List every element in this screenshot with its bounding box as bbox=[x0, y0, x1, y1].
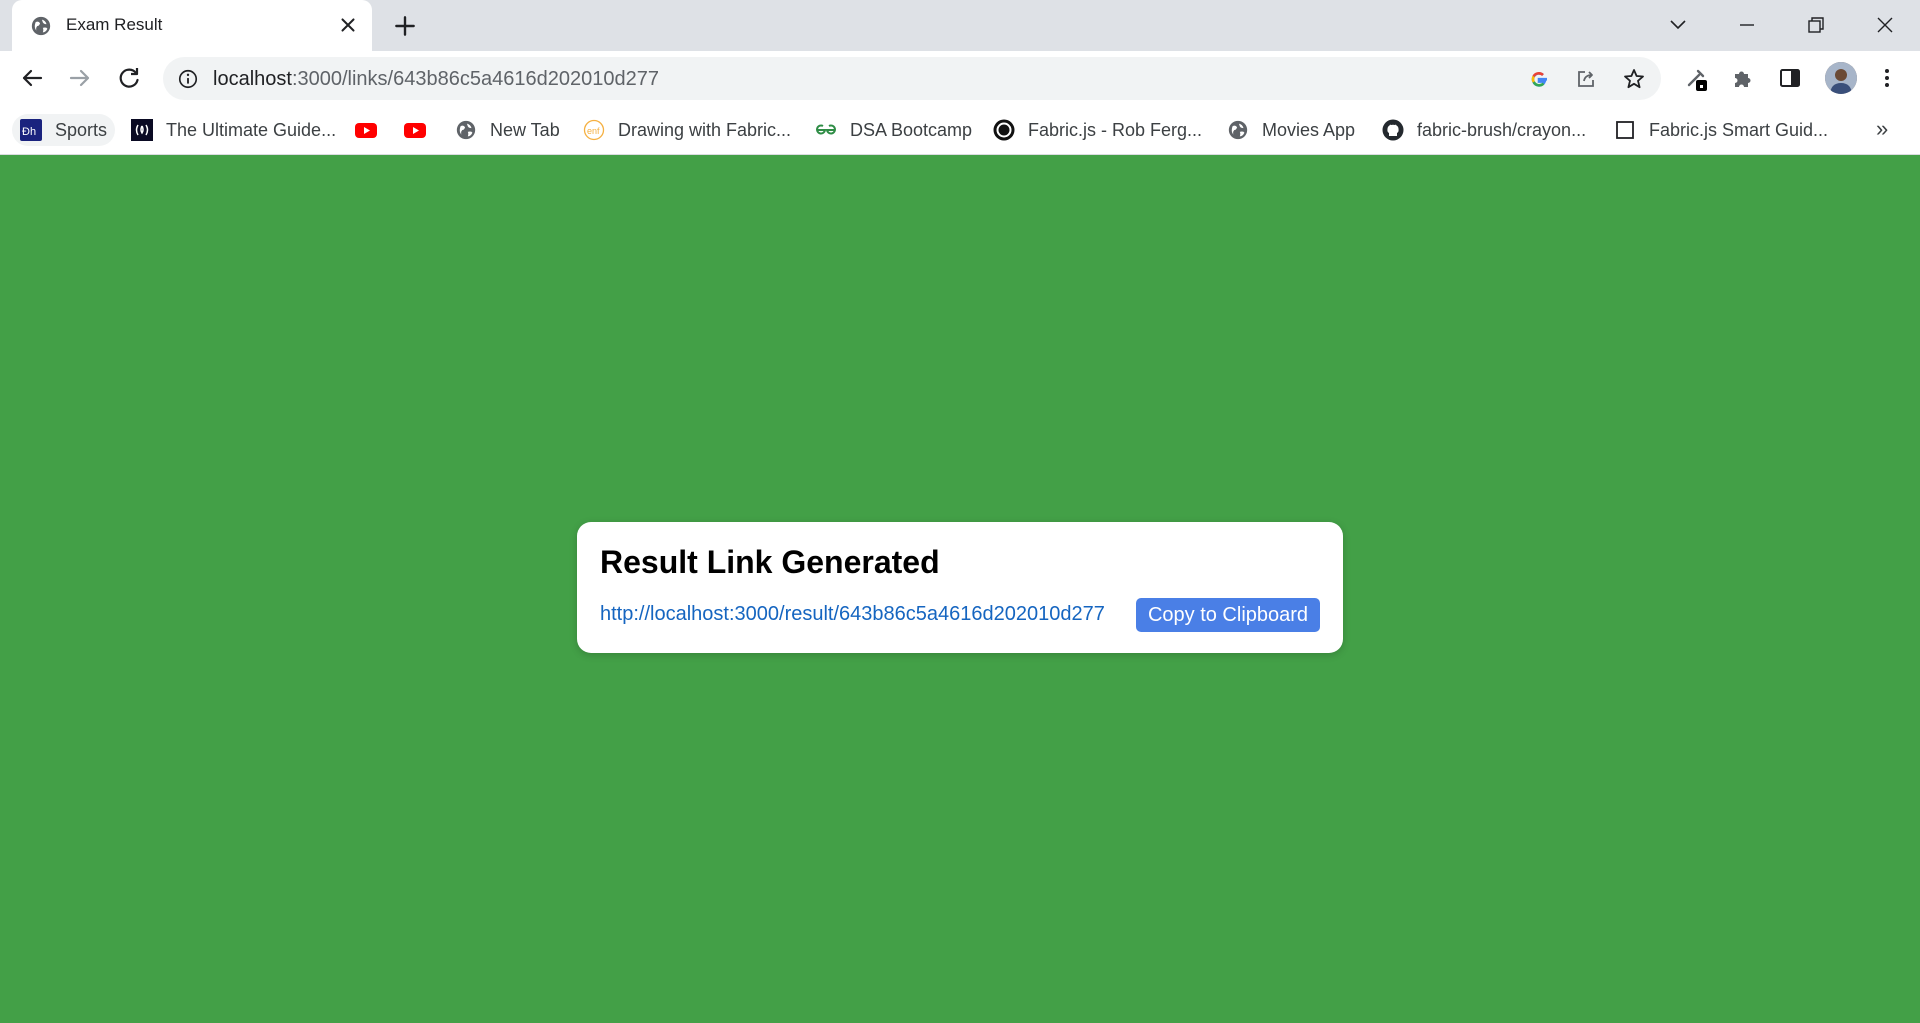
globe-icon bbox=[31, 16, 51, 36]
tab-exam-result[interactable]: Exam Result bbox=[12, 0, 372, 51]
tab-strip: Exam Result bbox=[0, 0, 1920, 51]
youtube-icon bbox=[404, 123, 426, 138]
avatar-photo bbox=[1825, 62, 1857, 94]
youtube-icon bbox=[355, 123, 377, 138]
more-bookmarks-button[interactable]: » bbox=[1876, 116, 1888, 142]
star-icon[interactable] bbox=[1622, 67, 1646, 91]
bookmark-label: DSA Bootcamp bbox=[850, 119, 973, 140]
result-card: Result Link Generated http://localhost:3… bbox=[577, 522, 1343, 653]
reload-icon[interactable] bbox=[114, 63, 144, 93]
close-icon[interactable] bbox=[337, 14, 359, 36]
bookmark-ultimate-guide[interactable]: The Ultimate Guide... bbox=[123, 114, 344, 146]
address-bar[interactable]: localhost:3000/links/643b86c5a4616d20201… bbox=[163, 57, 1661, 100]
bookmark-youtube-2[interactable] bbox=[396, 114, 434, 146]
url-host: localhost bbox=[213, 68, 292, 90]
chevron-down-icon[interactable] bbox=[1663, 10, 1693, 40]
bookmark-label: New Tab bbox=[490, 119, 560, 140]
bookmark-label: fabric-brush/crayon... bbox=[1417, 119, 1587, 140]
bookmark-new-tab[interactable]: New Tab bbox=[447, 114, 568, 146]
circle-logo-icon bbox=[993, 119, 1015, 141]
bookmark-fabric-smart-guides[interactable]: Fabric.js Smart Guid... bbox=[1606, 114, 1836, 146]
puzzle-extensions-icon[interactable] bbox=[1728, 63, 1758, 93]
bookmark-label: Fabric.js Smart Guid... bbox=[1649, 119, 1829, 140]
window-close-icon[interactable] bbox=[1870, 10, 1900, 40]
browser-toolbar: localhost:3000/links/643b86c5a4616d20201… bbox=[0, 51, 1920, 106]
back-arrow-icon[interactable] bbox=[17, 63, 47, 93]
new-tab-icon[interactable] bbox=[392, 13, 418, 39]
copy-to-clipboard-button[interactable]: Copy to Clipboard bbox=[1136, 598, 1320, 632]
info-icon[interactable] bbox=[177, 68, 199, 90]
google-icon[interactable] bbox=[1527, 67, 1551, 91]
bookmarks-bar: Ðh Sports The Ultimate Guide... New Tab … bbox=[0, 106, 1920, 155]
bookmark-youtube-1[interactable] bbox=[347, 114, 385, 146]
result-link[interactable]: http://localhost:3000/result/643b86c5a46… bbox=[600, 603, 1105, 626]
bookmark-label: The Ultimate Guide... bbox=[166, 119, 337, 140]
forward-arrow-icon[interactable] bbox=[65, 63, 95, 93]
url-text[interactable]: localhost:3000/links/643b86c5a4616d20201… bbox=[213, 68, 659, 91]
globe-icon bbox=[1228, 120, 1248, 140]
url-path: :3000/links/643b86c5a4616d202010d277 bbox=[291, 68, 659, 90]
freecodecamp-icon bbox=[131, 119, 153, 141]
bookmark-label: Drawing with Fabric... bbox=[618, 119, 792, 140]
bookmark-label: Movies App bbox=[1262, 119, 1356, 140]
page-icon bbox=[1616, 121, 1634, 139]
side-panel-icon[interactable] bbox=[1775, 63, 1805, 93]
enf-icon: enf bbox=[583, 119, 605, 141]
restore-icon[interactable] bbox=[1801, 10, 1831, 40]
github-icon bbox=[1382, 119, 1404, 141]
bookmark-label: Fabric.js - Rob Ferg... bbox=[1028, 119, 1203, 140]
globe-icon bbox=[456, 120, 476, 140]
bookmark-label: Sports bbox=[55, 119, 108, 140]
tab-title: Exam Result bbox=[66, 15, 163, 34]
bookmark-fabric-brush[interactable]: fabric-brush/crayon... bbox=[1374, 114, 1594, 146]
card-heading: Result Link Generated bbox=[600, 544, 940, 580]
minimize-icon[interactable] bbox=[1732, 10, 1762, 40]
kebab-menu-icon[interactable] bbox=[1872, 63, 1902, 93]
geeksforgeeks-icon bbox=[816, 124, 836, 135]
share-icon[interactable] bbox=[1574, 67, 1598, 91]
bookmark-movies-app[interactable]: Movies App bbox=[1219, 114, 1363, 146]
bookmark-fabricjs-rob[interactable]: Fabric.js - Rob Ferg... bbox=[985, 114, 1210, 146]
codingninjas-icon: Ðh bbox=[20, 119, 42, 141]
svg-text:enf: enf bbox=[587, 126, 600, 136]
profile-avatar[interactable] bbox=[1825, 62, 1857, 94]
svg-text:Ðh: Ðh bbox=[22, 126, 36, 138]
eyedropper-extension-icon[interactable] bbox=[1681, 63, 1711, 93]
bookmark-sports[interactable]: Ðh Sports bbox=[12, 114, 116, 146]
bookmark-dsa-bootcamp[interactable]: DSA Bootcamp bbox=[807, 114, 980, 146]
bookmark-drawing-fabric[interactable]: enf Drawing with Fabric... bbox=[575, 114, 799, 146]
